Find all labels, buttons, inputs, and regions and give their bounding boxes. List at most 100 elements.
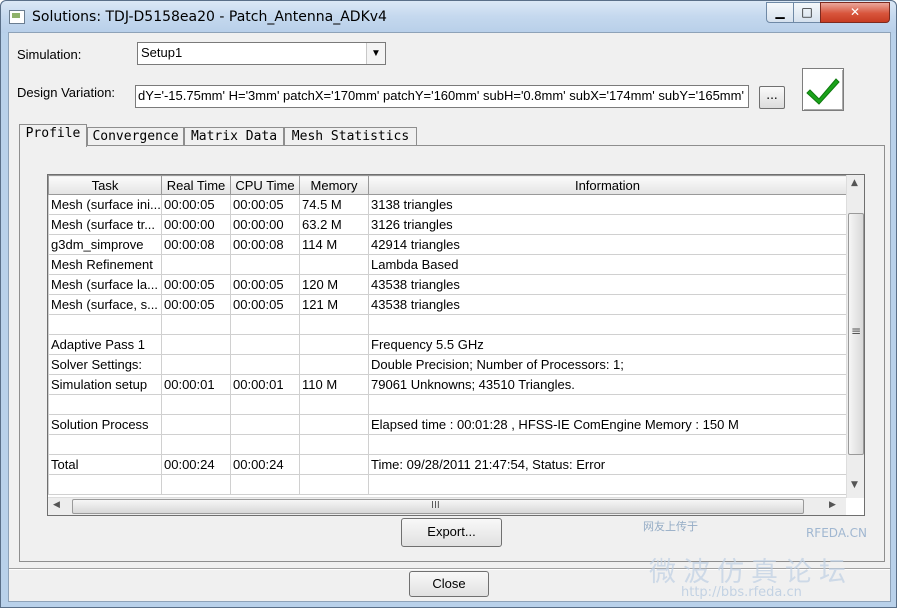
- simulation-value: Setup1: [141, 45, 183, 60]
- table-row[interactable]: Mesh Refinement Lambda Based: [48, 254, 847, 275]
- table-cell: 114 M: [299, 234, 369, 255]
- table-row[interactable]: Mesh (surface tr... 00:00:00 00:00:00 63.2 …: [48, 214, 847, 235]
- column-header-real-time[interactable]: Real Time: [161, 175, 231, 195]
- table-cell: [161, 434, 231, 455]
- table-row[interactable]: Solver Settings: Double Precision; Number…: [48, 354, 847, 375]
- vertical-scrollbar[interactable]: ▲ ≡ ▼: [846, 175, 864, 498]
- table-cell: [299, 394, 369, 415]
- table-row[interactable]: Total 00:00:24 00:00:24 Time: 09/28/2011 21…: [48, 454, 847, 475]
- table-cell: 120 M: [299, 274, 369, 295]
- table-cell: Solver Settings:: [48, 354, 162, 375]
- horizontal-scrollbar[interactable]: ◀ III ▶: [48, 497, 846, 515]
- table-cell: Frequency 5.5 GHz: [368, 334, 847, 355]
- table-cell: 00:00:05: [161, 274, 231, 295]
- maximize-button[interactable]: □: [793, 2, 821, 23]
- table-cell: 74.5 M: [299, 194, 369, 215]
- table-cell: [161, 354, 231, 375]
- table-cell: 00:00:00: [230, 214, 300, 235]
- table-cell: Double Precision; Number of Processors: …: [368, 354, 847, 375]
- table-cell: g3dm_simprove: [48, 234, 162, 255]
- table-cell: [48, 314, 162, 335]
- table-cell: Mesh Refinement: [48, 254, 162, 275]
- tab-profile[interactable]: Profile: [19, 124, 87, 147]
- table-row[interactable]: [48, 434, 847, 455]
- scroll-left-icon[interactable]: ◀: [53, 500, 60, 510]
- table-cell: [230, 354, 300, 375]
- chevron-down-icon[interactable]: ▼: [366, 43, 385, 64]
- table-row[interactable]: [48, 314, 847, 335]
- table-cell: 00:00:05: [161, 294, 231, 315]
- table-cell: [230, 314, 300, 335]
- window-title: Solutions: TDJ-D5158ea20 - Patch_Antenna…: [32, 9, 387, 25]
- table-cell: Time: 09/28/2011 21:47:54, Status: Error: [368, 454, 847, 475]
- table-cell: 00:00:08: [161, 234, 231, 255]
- table-cell: 00:00:01: [161, 374, 231, 395]
- tab-mesh-statistics[interactable]: Mesh Statistics: [284, 127, 417, 147]
- close-window-button[interactable]: ✕: [820, 2, 890, 23]
- table-cell: 110 M: [299, 374, 369, 395]
- table-cell: [230, 414, 300, 435]
- table-cell: [161, 334, 231, 355]
- tab-convergence[interactable]: Convergence: [87, 127, 184, 147]
- table-cell: [368, 394, 847, 415]
- table-cell: [161, 474, 231, 495]
- table-cell: [230, 434, 300, 455]
- status-indicator: [802, 68, 844, 111]
- separator: [9, 568, 890, 570]
- table-row[interactable]: Mesh (surface, s... 00:00:05 00:00:05 121 M…: [48, 294, 847, 315]
- table-cell: Adaptive Pass 1: [48, 334, 162, 355]
- column-header-memory[interactable]: Memory: [299, 175, 369, 195]
- table-cell: 00:00:24: [230, 454, 300, 475]
- table-cell: 00:00:00: [161, 214, 231, 235]
- minimize-button[interactable]: ▁: [766, 2, 794, 23]
- solutions-window: Solutions: TDJ-D5158ea20 - Patch_Antenna…: [0, 0, 897, 608]
- column-header-information[interactable]: Information: [368, 175, 847, 195]
- table-cell: Mesh (surface, s...: [48, 294, 162, 315]
- title-bar[interactable]: Solutions: TDJ-D5158ea20 - Patch_Antenna…: [1, 1, 896, 33]
- table-cell: [48, 394, 162, 415]
- table-row[interactable]: Simulation setup 00:00:01 00:00:01 110 M 790…: [48, 374, 847, 395]
- design-variation-value: dY='-15.75mm' H='3mm' patchX='170mm' pat…: [138, 88, 744, 103]
- table-cell: 43538 triangles: [368, 294, 847, 315]
- table-row[interactable]: Solution Process Elapsed time : 00:01:28 …: [48, 414, 847, 435]
- table-row[interactable]: Adaptive Pass 1 Frequency 5.5 GHz: [48, 334, 847, 355]
- table-cell: [299, 254, 369, 275]
- close-button[interactable]: Close: [409, 571, 489, 597]
- tab-matrix-data[interactable]: Matrix Data: [184, 127, 284, 147]
- scroll-up-icon[interactable]: ▲: [851, 178, 858, 188]
- vertical-scroll-thumb[interactable]: ≡: [848, 213, 864, 455]
- table-cell: 00:00:24: [161, 454, 231, 475]
- table-cell: Lambda Based: [368, 254, 847, 275]
- column-header-task[interactable]: Task: [48, 175, 162, 195]
- table-cell: Mesh (surface ini...: [48, 194, 162, 215]
- horizontal-scroll-thumb[interactable]: III: [72, 499, 804, 514]
- table-cell: [48, 474, 162, 495]
- table-row[interactable]: [48, 394, 847, 415]
- table-cell: 79061 Unknowns; 43510 Triangles.: [368, 374, 847, 395]
- table-cell: Solution Process: [48, 414, 162, 435]
- simulation-label: Simulation:: [17, 47, 82, 62]
- scroll-down-icon[interactable]: ▼: [851, 480, 858, 490]
- scroll-right-icon[interactable]: ▶: [829, 500, 836, 510]
- table-row[interactable]: g3dm_simprove 00:00:08 00:00:08 114 M 42914 …: [48, 234, 847, 255]
- profile-grid[interactable]: Task Real Time CPU Time Memory Informati…: [47, 174, 865, 516]
- table-cell: 3138 triangles: [368, 194, 847, 215]
- table-cell: Elapsed time : 00:01:28 , HFSS-IE ComEng…: [368, 414, 847, 435]
- table-cell: 43538 triangles: [368, 274, 847, 295]
- table-row[interactable]: Mesh (surface ini... 00:00:05 00:00:05 74.5…: [48, 194, 847, 215]
- simulation-dropdown[interactable]: Setup1 ▼: [137, 42, 386, 65]
- column-header-cpu-time[interactable]: CPU Time: [230, 175, 300, 195]
- design-variation-browse-button[interactable]: ...: [759, 86, 785, 109]
- table-cell: Mesh (surface tr...: [48, 214, 162, 235]
- export-button[interactable]: Export...: [401, 518, 502, 547]
- table-cell: [161, 414, 231, 435]
- dialog-client-area: Simulation: Setup1 ▼ Design Variation: d…: [8, 32, 891, 602]
- grip-icon: III: [431, 500, 440, 511]
- table-cell: 00:00:05: [230, 294, 300, 315]
- table-cell: 00:00:05: [230, 194, 300, 215]
- table-cell: [299, 474, 369, 495]
- table-cell: 00:00:05: [161, 194, 231, 215]
- table-row[interactable]: [48, 474, 847, 495]
- design-variation-field[interactable]: dY='-15.75mm' H='3mm' patchX='170mm' pat…: [135, 85, 749, 108]
- table-row[interactable]: Mesh (surface la... 00:00:05 00:00:05 120 M…: [48, 274, 847, 295]
